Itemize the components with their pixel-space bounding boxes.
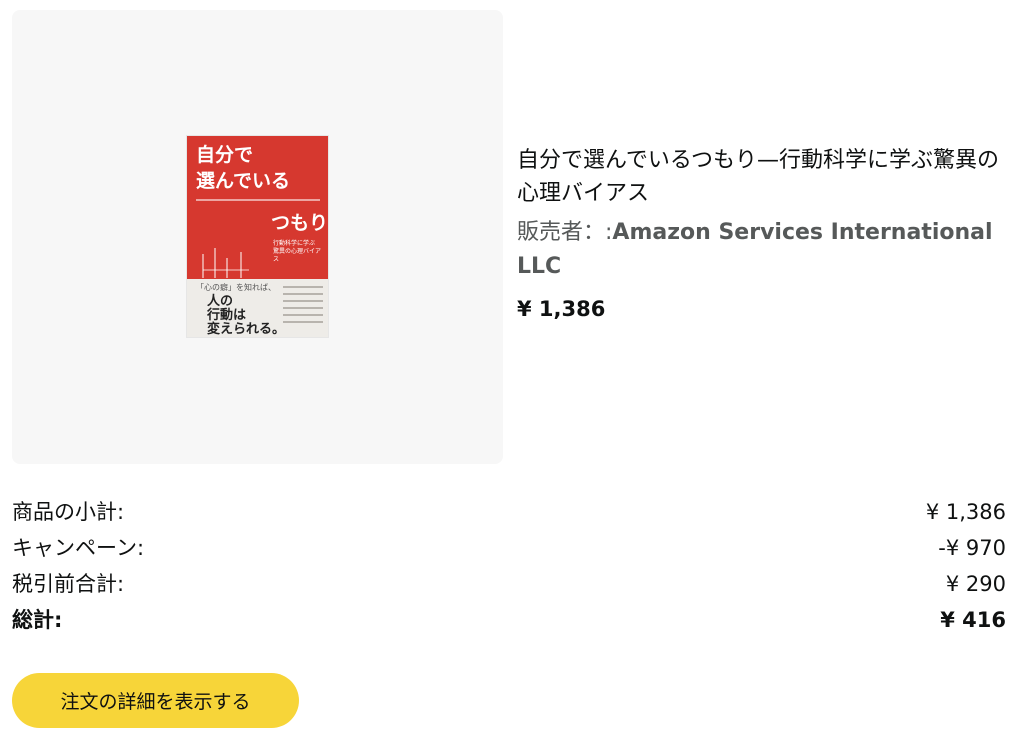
summary-value: -¥ 970 [938, 536, 1006, 560]
cover-title-line: 自分で [196, 144, 254, 166]
product-card: 自分で 選んでいる つもり 行動科学に学ぶ 驚異の心理バイアス 「心の癖」を知れ… [12, 10, 503, 464]
seller-line: 販売者：:Amazon Services International LLC [517, 216, 1007, 284]
summary-total-value: ¥ 416 [940, 608, 1006, 632]
book-cover-image[interactable]: 自分で 選んでいる つもり 行動科学に学ぶ 驚異の心理バイアス 「心の癖」を知れ… [187, 136, 328, 337]
product-title[interactable]: 自分で選んでいるつもり—行動科学に学ぶ驚異の心理バイアス [517, 144, 1007, 210]
summary-label: キャンペーン: [12, 536, 145, 560]
cover-small-print [283, 286, 323, 330]
cover-title-line: つもり [271, 212, 328, 234]
summary-row-subtotal: 商品の小計: ¥ 1,386 [12, 494, 1006, 530]
summary-label: 商品の小計: [12, 500, 125, 524]
product-info: 自分で選んでいるつもり—行動科学に学ぶ驚異の心理バイアス 販売者：:Amazon… [517, 144, 1007, 324]
summary-row-total: 総計: ¥ 416 [12, 602, 1006, 638]
summary-row-campaign: キャンペーン: -¥ 970 [12, 530, 1006, 566]
cover-catch-line: 変えられる。 [207, 322, 286, 337]
summary-total-label: 総計: [12, 608, 63, 632]
summary-value: ¥ 1,386 [925, 500, 1006, 524]
cover-title-line: 選んでいる [196, 170, 291, 192]
cover-line-art-icon [202, 248, 249, 278]
summary-label: 税引前合計: [12, 572, 125, 596]
product-price: ¥ 1,386 [517, 297, 606, 321]
cover-subtitle: 行動科学に学ぶ 驚異の心理バイアス [273, 240, 325, 263]
cover-subtitle-line: 行動科学に学ぶ [273, 240, 316, 247]
cover-catch-line: 「心の癖」を知れば、 [196, 283, 276, 292]
seller-label: 販売者：: [517, 220, 613, 245]
summary-value: ¥ 290 [945, 572, 1006, 596]
order-summary: 商品の小計: ¥ 1,386 キャンペーン: -¥ 970 税引前合計: ¥ 2… [12, 494, 1006, 638]
summary-row-pretax: 税引前合計: ¥ 290 [12, 566, 1006, 602]
cover-divider [196, 199, 320, 201]
view-order-details-button[interactable]: 注文の詳細を表示する [12, 673, 299, 728]
cover-subtitle-line: 驚異の心理バイアス [273, 247, 322, 263]
